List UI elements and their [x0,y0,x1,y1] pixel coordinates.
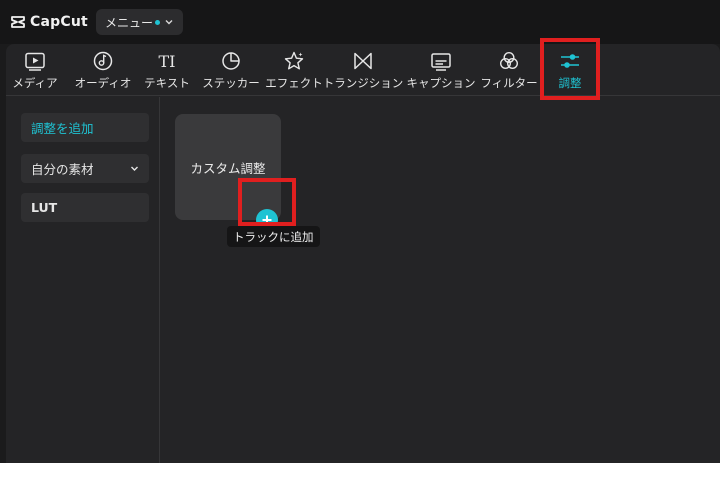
media-icon [25,52,45,71]
chevron-down-icon [131,166,138,171]
tab-label: ステッカー [202,76,260,90]
tab-audio[interactable]: オーディオ [70,50,136,94]
highlight-box-adjust-tab [540,38,600,100]
sidebar-item-add-adjustment[interactable]: 調整を追加 [21,113,149,142]
menu-notification-dot [155,19,161,25]
top-bar: CapCut メニュー [0,0,720,44]
transition-icon [354,52,372,70]
tab-label: フィルター [480,76,538,90]
app-name: CapCut [30,14,88,30]
sidebar-item-label: LUT [31,200,58,215]
tab-filter[interactable]: フィルター [480,50,538,94]
adjust-sidebar: 調整を追加 自分の素材 LUT [6,97,160,463]
capcut-window: CapCut メニュー メディア オーディオ TI テキスト ステッカー エフェ… [0,0,720,463]
tab-label: テキスト [144,76,190,90]
tab-label: エフェクト [265,76,323,90]
caption-icon [431,53,451,71]
tool-panel: メディア オーディオ TI テキスト ステッカー エフェクト トランジション キ… [6,44,720,463]
tab-effect[interactable]: エフェクト [265,50,323,94]
sticker-icon [222,52,240,70]
card-title: カスタム調整 [190,161,266,176]
tab-label: トランジション [322,76,404,90]
sidebar-item-lut[interactable]: LUT [21,193,149,222]
text-icon: TI [159,52,176,71]
sidebar-item-my-materials[interactable]: 自分の素材 [21,154,149,183]
tab-label: オーディオ [74,76,132,90]
add-to-track-tooltip: トラックに追加 [227,226,320,247]
tab-caption[interactable]: キャプション [406,50,476,94]
highlight-box-add-button [238,178,296,226]
tab-media[interactable]: メディア [8,50,62,94]
adjust-content: カスタム調整 トラックに追加 [161,97,720,463]
filter-icon [499,51,519,70]
tab-sticker[interactable]: ステッカー [200,50,262,94]
svg-text:TI: TI [159,52,176,71]
tab-transition[interactable]: トランジション [323,50,403,94]
sidebar-item-label: 調整を追加 [31,121,94,136]
tab-label: キャプション [406,76,476,90]
tab-text[interactable]: TI テキスト [142,50,192,94]
audio-icon [93,51,113,71]
brand: CapCut [10,12,88,32]
menu-button[interactable]: メニュー [96,9,183,35]
capcut-logo-icon [11,16,25,28]
tool-tab-bar: メディア オーディオ TI テキスト ステッカー エフェクト トランジション キ… [6,44,720,96]
tab-label: メディア [12,76,58,90]
chevron-down-icon [165,20,173,25]
effect-icon [284,51,304,70]
menu-label: メニュー [105,15,154,30]
sidebar-item-label: 自分の素材 [31,162,94,177]
